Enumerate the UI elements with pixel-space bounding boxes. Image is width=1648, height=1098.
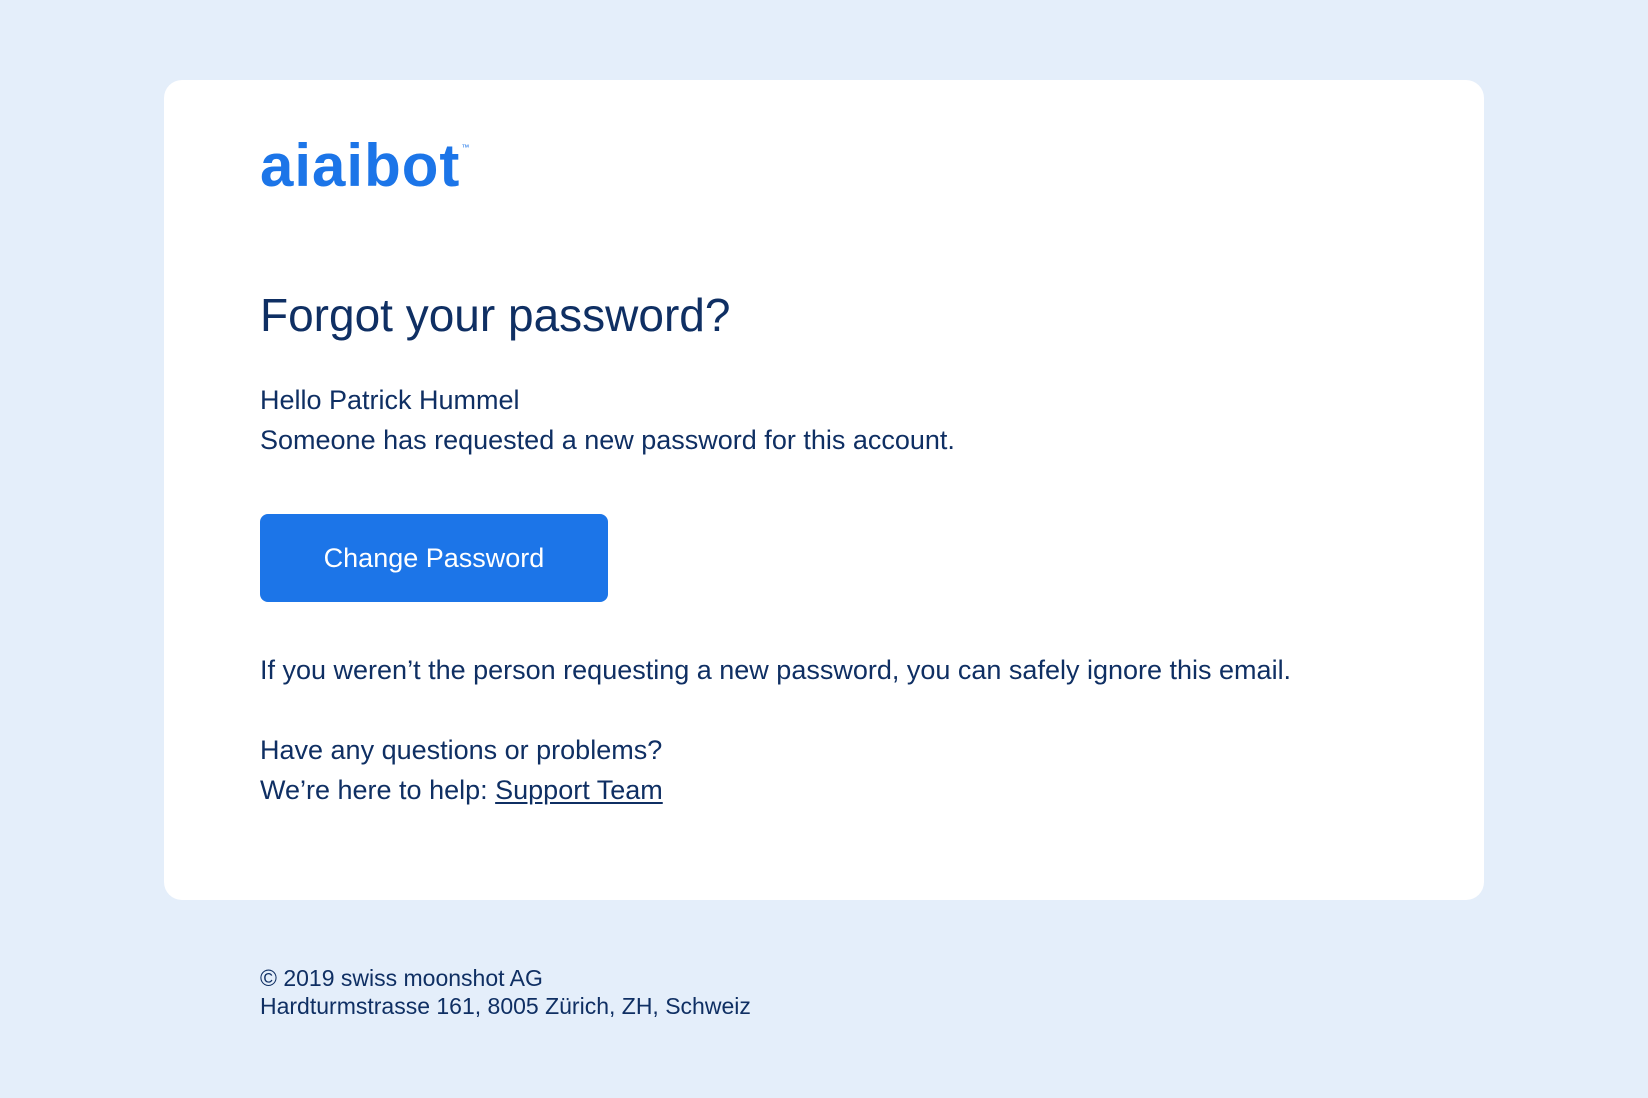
copyright-text: © 2019 swiss moonshot AG — [260, 965, 543, 991]
request-message: Someone has requested a new password for… — [260, 425, 955, 455]
questions-text: Have any questions or problems? — [260, 735, 663, 765]
trademark-mark: ™ — [461, 143, 471, 152]
email-title: Forgot your password? — [260, 289, 731, 341]
greeting-line: Hello Patrick Hummel — [260, 385, 520, 415]
help-block: Have any questions or problems? We’re he… — [260, 730, 663, 810]
footer: © 2019 swiss moonshot AG Hardturmstrasse… — [260, 964, 751, 1020]
aiaibot-logo: aiaibot™ — [260, 136, 470, 196]
help-prefix: We’re here to help: — [260, 775, 496, 805]
email-card: aiaibot™ Forgot your password? Hello Pat… — [164, 80, 1484, 900]
company-address: Hardturmstrasse 161, 8005 Zürich, ZH, Sc… — [260, 993, 751, 1019]
greeting-block: Hello Patrick Hummel Someone has request… — [260, 380, 955, 460]
support-team-link[interactable]: Support Team — [495, 775, 663, 805]
logo-wordmark: aiaibot — [260, 132, 461, 199]
ignore-message: If you weren’t the person requesting a n… — [260, 655, 1292, 685]
change-password-button[interactable]: Change Password — [260, 514, 608, 602]
help-line: We’re here to help: Support Team — [260, 770, 663, 810]
